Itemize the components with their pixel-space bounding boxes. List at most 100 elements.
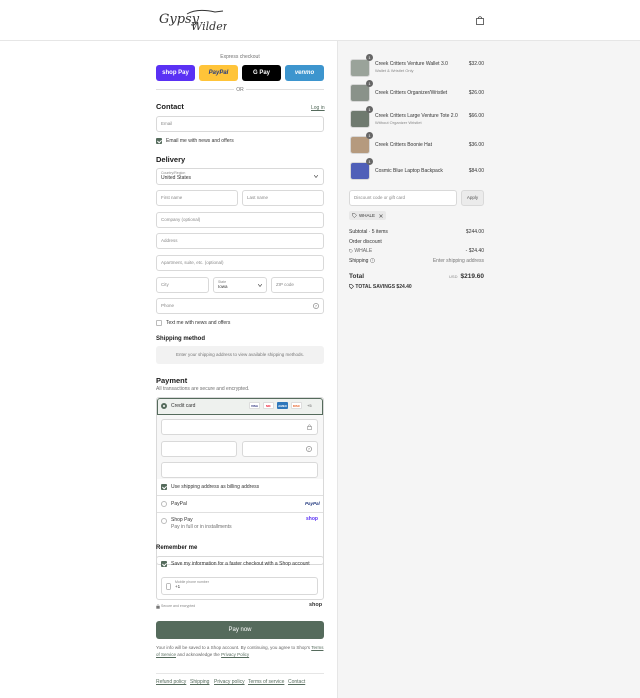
store-logo[interactable]: Gypsy Wilder — [157, 6, 227, 34]
item-name: Creek Critters Venture Wallet 3.0 — [375, 61, 448, 67]
help-circle-icon[interactable]: ? — [313, 303, 319, 309]
quantity-badge: 1 — [366, 106, 373, 113]
card-number-field[interactable] — [161, 419, 318, 435]
shipping-policy-link[interactable]: Shipping — [190, 679, 209, 685]
shipping-row: Shipping ? Enter shipping address — [349, 258, 484, 264]
close-icon[interactable] — [379, 213, 383, 218]
company-field[interactable]: Company (optional) — [156, 212, 324, 228]
mobile-phone-field[interactable]: Mobile phone number +1 — [161, 577, 318, 595]
divider-right — [246, 89, 324, 90]
apartment-field[interactable]: Apartment, suite, etc. (optional) — [156, 255, 324, 271]
item-name: Creek Critters Organizer/Wristlet — [375, 90, 448, 96]
refund-policy-link[interactable]: Refund policy — [156, 679, 186, 685]
or-divider-text: OR — [236, 87, 244, 93]
lock-icon — [156, 604, 160, 609]
tag-icon — [349, 284, 354, 290]
product-image-organizer — [350, 84, 370, 102]
more-cards-text: +5 — [307, 403, 312, 408]
name-on-card-field[interactable] — [161, 462, 318, 478]
item-name: Creek Critters Boonie Hat — [375, 142, 432, 148]
shipping-value: Enter shipping address — [432, 258, 484, 264]
discount-code-field[interactable]: Discount code or gift card — [349, 190, 457, 206]
express-checkout-title: Express checkout — [220, 54, 260, 60]
quantity-badge: 1 — [366, 54, 373, 61]
apply-button[interactable]: Apply — [461, 190, 484, 206]
mastercard-icon: MC — [263, 402, 274, 409]
payment-heading: Payment — [156, 376, 188, 385]
state-select[interactable]: State Iowa — [213, 277, 267, 293]
email-news-checkbox[interactable] — [156, 138, 162, 144]
save-info-checkbox[interactable] — [161, 561, 167, 567]
contact-link[interactable]: Contact — [288, 679, 305, 685]
credit-card-radio[interactable] — [161, 403, 167, 409]
city-field[interactable]: City — [156, 277, 209, 293]
subtotal-value: $244.00 — [465, 229, 484, 235]
legal-text-1: Your info will be saved to a Shop accoun… — [156, 645, 311, 650]
pay-now-button[interactable]: Pay now — [156, 621, 324, 639]
total-value-group: USD $219.60 — [449, 273, 484, 280]
shop-pay-radio[interactable] — [161, 518, 167, 524]
discount-code-label: WHALE — [354, 248, 373, 254]
product-image-tote — [350, 110, 370, 128]
chevron-down-icon — [314, 175, 318, 178]
phone-placeholder: Phone — [161, 303, 175, 308]
subtotal-label: Subtotal · 5 items — [349, 229, 388, 235]
email-field[interactable]: Email — [156, 116, 324, 132]
last-name-field[interactable]: Last name — [242, 190, 324, 206]
privacy-link[interactable]: Privacy Policy — [221, 652, 249, 657]
paypal-button[interactable]: PayPal — [199, 65, 238, 81]
tag-icon — [349, 248, 353, 253]
quantity-badge: 1 — [366, 80, 373, 87]
shop-pay-label: Shop Pay — [171, 517, 193, 523]
divider — [157, 495, 323, 496]
svg-text:?: ? — [372, 259, 374, 263]
item-price: $66.00 — [468, 113, 484, 119]
expiration-date-field[interactable] — [161, 441, 237, 457]
address-field[interactable]: Address — [156, 233, 324, 249]
subtotal-row: Subtotal · 5 items $244.00 — [349, 229, 484, 235]
privacy-policy-link[interactable]: Privacy policy — [214, 679, 245, 685]
shop-logo: shop — [309, 602, 323, 608]
first-name-field[interactable]: First name — [156, 190, 238, 206]
text-news-checkbox[interactable] — [156, 320, 162, 326]
shop-pay-logo: shop — [306, 516, 318, 522]
save-info-label: Save my information for a faster checkou… — [171, 561, 310, 567]
security-code-field[interactable]: ? — [242, 441, 318, 457]
chevron-down-icon — [258, 284, 262, 287]
footer-divider — [156, 673, 324, 674]
item-variant: Without Organizer Wristlet — [375, 120, 422, 125]
shop-pay-sublabel: Pay in full or in installments — [171, 524, 232, 530]
item-name: Cosmic Blue Laptop Backpack — [375, 168, 443, 174]
discount-tag: WHALE — [349, 211, 386, 220]
email-news-label: Email me with news and offers — [166, 138, 234, 144]
total-value: $219.60 — [460, 273, 485, 280]
discount-amount: - $24.40 — [465, 248, 484, 254]
shipping-method-note: Enter your shipping address to view avai… — [156, 346, 324, 364]
phone-field[interactable]: Phone ? — [156, 298, 324, 314]
country-select[interactable]: Country/Region United States — [156, 168, 324, 185]
help-circle-icon[interactable]: ? — [369, 258, 375, 264]
lock-icon — [307, 424, 312, 430]
item-price: $84.00 — [468, 168, 484, 174]
item-price: $32.00 — [468, 61, 484, 67]
paypal-radio[interactable] — [161, 501, 167, 507]
tag-icon — [352, 213, 357, 218]
login-link[interactable]: Log in — [311, 105, 325, 111]
bag-icon[interactable] — [476, 16, 484, 25]
help-circle-icon[interactable]: ? — [306, 446, 312, 452]
venmo-button[interactable]: venmo — [285, 65, 324, 81]
discount-code-row: WHALE - $24.40 — [349, 248, 484, 254]
billing-same-checkbox[interactable] — [161, 484, 167, 490]
currency-code: USD — [449, 274, 458, 279]
total-label: Total — [349, 273, 365, 280]
delivery-heading: Delivery — [156, 155, 186, 164]
paypal-logo: PayPal — [305, 501, 320, 506]
savings-value: $24.40 — [396, 284, 412, 290]
zip-field[interactable]: ZIP code — [271, 277, 324, 293]
payment-subtitle: All transactions are secure and encrypte… — [156, 386, 250, 392]
terms-of-service-link[interactable]: Terms of service — [248, 679, 284, 685]
quantity-badge: 1 — [366, 132, 373, 139]
google-pay-button[interactable]: G Pay — [242, 65, 281, 81]
shop-pay-button[interactable]: shop Pay — [156, 65, 195, 81]
svg-text:Wilder: Wilder — [191, 20, 227, 33]
